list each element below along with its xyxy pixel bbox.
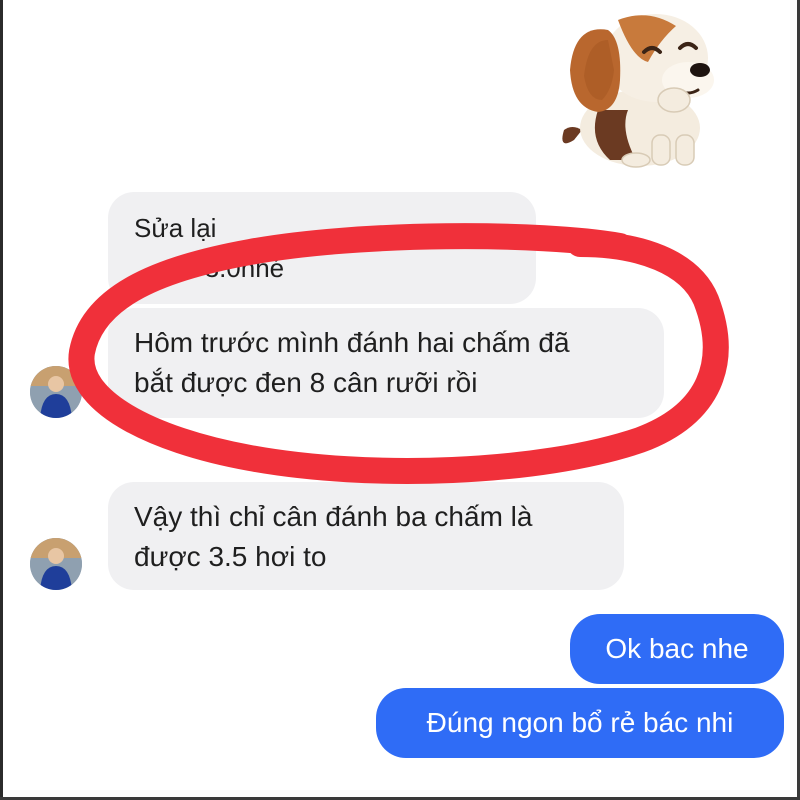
red-circle-annotation: [68, 223, 729, 484]
